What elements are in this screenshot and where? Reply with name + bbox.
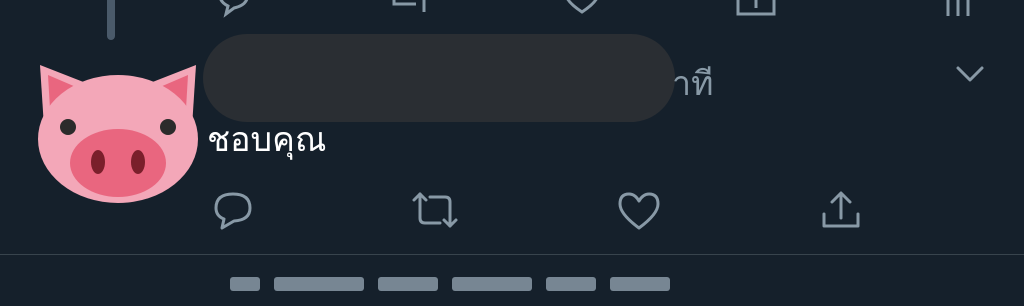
share-icon[interactable] [734, 0, 778, 18]
tweet-text: ชอบคุณ [207, 120, 327, 160]
redacted-username [203, 34, 675, 122]
like-icon[interactable] [560, 0, 604, 18]
tweet-timestamp: าที [672, 64, 714, 104]
share-icon[interactable] [816, 188, 866, 232]
analytics-icon[interactable] [940, 0, 976, 18]
retweet-icon[interactable] [386, 0, 436, 18]
chevron-down-icon[interactable] [950, 60, 990, 90]
reply-icon[interactable] [208, 188, 258, 232]
reply-icon[interactable] [212, 0, 256, 18]
retweet-icon[interactable] [410, 188, 460, 232]
like-icon[interactable] [614, 188, 664, 232]
tweet-divider [0, 254, 1024, 255]
previous-tweet-actions [0, 0, 1024, 18]
tweet-actions [0, 188, 1024, 232]
next-item-peek [230, 276, 700, 306]
pig-face-icon[interactable] [36, 55, 200, 205]
